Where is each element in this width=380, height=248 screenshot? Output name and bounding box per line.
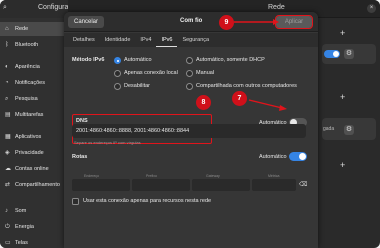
- radio-disable-label: Desabilitar: [124, 83, 150, 89]
- add-icon-2[interactable]: +: [340, 92, 345, 102]
- bg-partial-text: gada: [323, 126, 335, 132]
- radio-shared[interactable]: [186, 83, 193, 90]
- bluetooth-icon: ᛒ: [5, 42, 9, 48]
- routes-auto-toggle[interactable]: [289, 152, 307, 161]
- sidebar-item[interactable]: ᛒ Bluetooth: [0, 38, 68, 52]
- tab-details[interactable]: Detalhes: [68, 33, 100, 47]
- radio-auto-label: Automático: [124, 57, 152, 63]
- close-window-icon[interactable]: ×: [367, 4, 376, 13]
- col-gateway: Gateway: [206, 174, 220, 178]
- cloud-icon: ☁: [5, 166, 11, 172]
- sidebar-item[interactable]: ☁ Contas online: [0, 162, 68, 176]
- radio-auto[interactable]: [114, 57, 121, 64]
- sidebar-item[interactable]: ▭ Telas: [0, 236, 68, 248]
- delete-route-icon[interactable]: ⌫: [299, 181, 307, 188]
- apps-icon: ▦: [5, 134, 11, 140]
- sidebar-item[interactable]: ⌂ Rede: [0, 22, 68, 36]
- sidebar-item-label: Privacidade: [15, 150, 44, 156]
- route-gateway-input[interactable]: [192, 179, 250, 191]
- radio-link-local-label: Apenas conexão local: [124, 70, 178, 76]
- privacy-icon: ◈: [5, 150, 10, 156]
- sidebar-item-label: Aparência: [15, 64, 40, 70]
- gear-icon-2[interactable]: ⚙: [344, 125, 354, 135]
- tab-identity[interactable]: Identidade: [100, 33, 136, 47]
- sidebar-item[interactable]: ⇄ Compartilhamento: [0, 178, 68, 192]
- sidebar-item-label: Energia: [15, 224, 34, 230]
- bell-icon: ◔: [5, 80, 9, 86]
- appearance-icon: ◐: [5, 64, 9, 70]
- sidebar-item-label: Telas: [15, 240, 28, 246]
- radio-link-local[interactable]: [114, 70, 121, 77]
- sidebar-item-label: Aplicativos: [15, 134, 42, 140]
- share-icon: ⇄: [5, 182, 11, 188]
- add-icon-3[interactable]: +: [340, 160, 345, 170]
- radio-auto-dhcp-label: Automático, somente DHCP: [196, 57, 265, 63]
- route-prefix-input[interactable]: [132, 179, 190, 191]
- sidebar-header: ⌕ Configurações: [0, 0, 83, 18]
- radio-auto-dhcp[interactable]: [186, 57, 193, 64]
- sidebar-item-label: Notificações: [15, 80, 45, 86]
- power-icon: ⏻: [5, 224, 10, 230]
- bg-toggle[interactable]: [324, 50, 340, 58]
- sidebar-item-label: Som: [15, 208, 27, 214]
- radio-manual[interactable]: [186, 70, 193, 77]
- radio-disable[interactable]: [114, 83, 121, 90]
- settings-sidebar: ⌕ Configurações ⌂ Rede ᛒ Bluetooth ◐ Aparênci…: [0, 0, 83, 248]
- wired-connection-dialog: Cancelar Com fio Aplicar Detalhes Identi…: [64, 12, 318, 248]
- radio-shared-label: Compartilhada com outros computadores: [196, 83, 297, 89]
- main-title: Rede: [268, 4, 285, 11]
- apply-button[interactable]: Aplicar: [275, 15, 313, 29]
- col-prefix: Prefixo: [146, 174, 157, 178]
- dialog-header: Cancelar Com fio Aplicar: [64, 12, 318, 32]
- display-icon: ▭: [5, 240, 11, 246]
- sidebar-item-label: Multitarefas: [15, 112, 44, 118]
- gear-icon[interactable]: ⚙: [344, 49, 354, 59]
- sidebar-item[interactable]: ◐ Aparência: [0, 60, 68, 74]
- sidebar-item[interactable]: ⏻ Energia: [0, 220, 68, 234]
- dialog-title: Com fio: [180, 18, 203, 24]
- sidebar-item[interactable]: ◔ Notificações: [0, 76, 68, 90]
- annotation-badge-9: 9: [219, 15, 234, 30]
- network-icon: ⌂: [5, 26, 9, 32]
- col-metric: Métrica: [268, 174, 280, 178]
- sidebar-item-label: Pesquisa: [15, 96, 38, 102]
- routes-label: Rotas: [72, 154, 88, 160]
- sound-icon: ♪: [5, 208, 8, 214]
- method-label: Método IPv6: [72, 57, 105, 63]
- sidebar-item-label: Rede: [15, 26, 29, 32]
- only-local-checkbox[interactable]: [72, 198, 79, 205]
- only-local-label: Usar esta conexão apenas para recursos n…: [83, 198, 212, 204]
- tab-bar: Detalhes Identidade IPv4 IPv6 Segurança: [64, 33, 318, 47]
- route-address-input[interactable]: [72, 179, 130, 191]
- tab-ipv6[interactable]: IPv6: [156, 33, 178, 47]
- tab-ipv4[interactable]: IPv4: [135, 33, 156, 47]
- sidebar-item-label: Bluetooth: [15, 42, 39, 48]
- sidebar-item[interactable]: ♪ Som: [0, 204, 68, 218]
- annotation-badge-7: 7: [232, 91, 247, 106]
- col-address: Endereço: [84, 174, 99, 178]
- sidebar-item[interactable]: ▤ Multitarefas: [0, 108, 68, 122]
- multitask-icon: ▤: [5, 112, 11, 118]
- add-icon[interactable]: +: [340, 28, 345, 38]
- tab-security[interactable]: Segurança: [177, 33, 214, 47]
- sidebar-item-label: Compartilhamento: [15, 182, 60, 188]
- search-icon[interactable]: ⌕: [3, 4, 7, 12]
- dns-hint: Separe os endereços IP com vírgulas: [74, 140, 141, 145]
- sidebar-item[interactable]: ◈ Privacidade: [0, 146, 68, 160]
- annotation-badge-8: 8: [196, 95, 211, 110]
- sidebar-item-label: Contas online: [15, 166, 49, 172]
- radio-manual-label: Manual: [196, 70, 215, 76]
- sidebar-item[interactable]: ▦ Aplicativos: [0, 130, 68, 144]
- route-metric-input[interactable]: [252, 179, 296, 191]
- cancel-button[interactable]: Cancelar: [68, 16, 104, 28]
- sidebar-item[interactable]: ⌕ Pesquisa: [0, 92, 68, 106]
- dns-input[interactable]: 2001:4860:4860::8888, 2001:4860:4860::88…: [72, 124, 306, 138]
- search-icon: ⌕: [5, 96, 9, 102]
- routes-auto-label: Automático: [259, 154, 287, 160]
